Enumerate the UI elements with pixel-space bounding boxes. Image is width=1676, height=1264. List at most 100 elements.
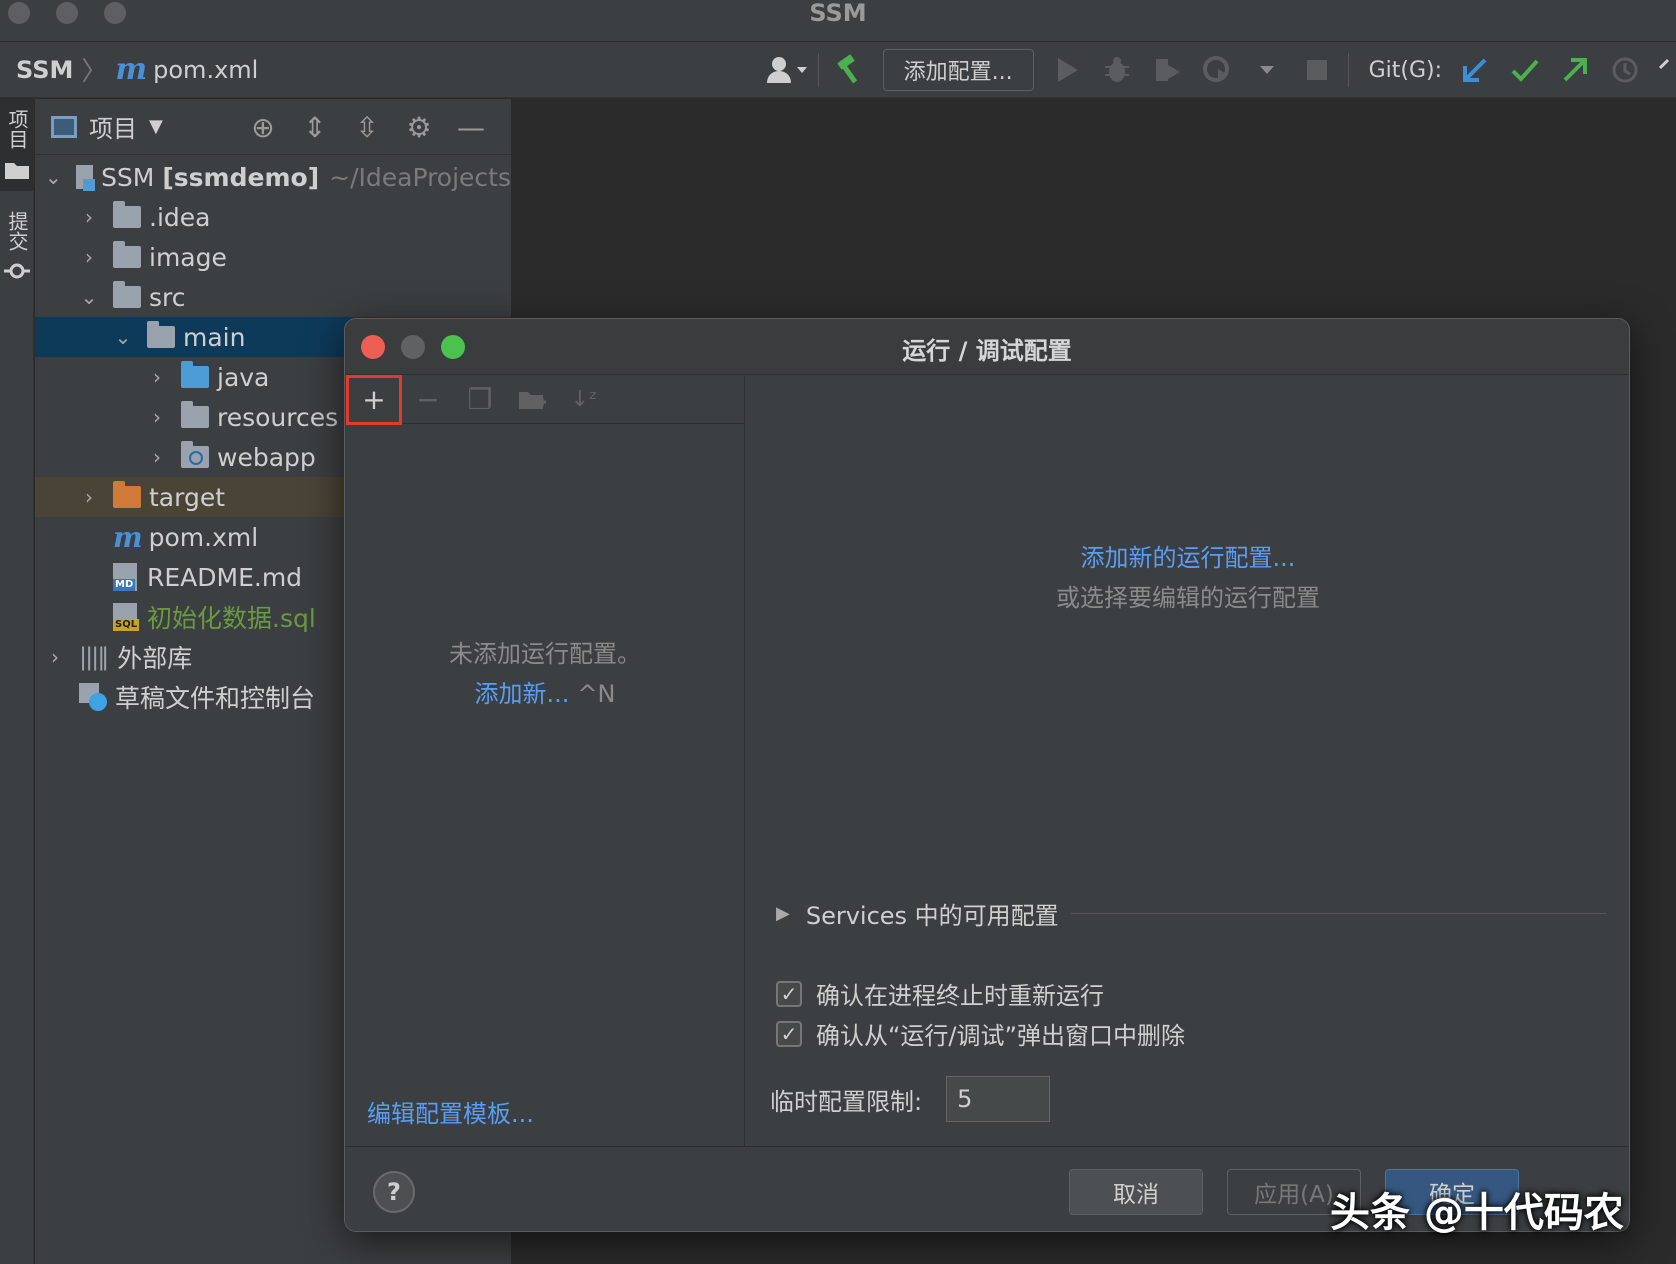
tree-node-label: src (149, 282, 186, 312)
tree-node-label: target (149, 482, 226, 512)
tree-node-label: 外部库 (117, 644, 193, 673)
tree-node-label: webapp (217, 442, 316, 472)
tree-node-path: ~/IdeaProjects (329, 162, 511, 192)
build-hammer-icon[interactable] (825, 42, 875, 98)
tree-node-label: resources (217, 402, 339, 432)
dialog-title: 运行 / 调试配置 (902, 337, 1072, 365)
add-new-run-configuration-link[interactable]: 添加新的运行配置... (746, 538, 1629, 573)
navbar-actions: 添加配置... Git(G): (762, 42, 1676, 98)
watermark: 头条 @十代码农 (1330, 1190, 1624, 1236)
stop-icon[interactable] (1292, 42, 1342, 98)
maven-icon: m (113, 520, 143, 554)
confirm-delete-label: 确认从“运行/调试”弹出窗口中删除 (816, 1022, 1185, 1050)
breadcrumb-project[interactable]: SSM (16, 56, 73, 84)
tree-node-root[interactable]: ⌄ SSM [ssmdemo] ~/IdeaProjects (35, 157, 511, 197)
breadcrumb-file[interactable]: pom.xml (153, 56, 258, 84)
folder-icon (147, 321, 175, 348)
git-push-arrow-icon[interactable] (1550, 42, 1600, 98)
add-configuration-button[interactable]: 添加配置... (882, 49, 1034, 91)
cancel-button[interactable]: 取消 (1069, 1169, 1203, 1215)
gear-icon[interactable]: ⚙ (393, 111, 445, 144)
coverage-icon[interactable] (1142, 42, 1192, 98)
user-dropdown-icon[interactable] (762, 42, 812, 98)
add-new-shortcut: ^N (577, 680, 616, 708)
scratch-console-icon (79, 683, 107, 711)
help-button[interactable]: ? (373, 1171, 415, 1213)
tree-node-label: java (217, 362, 270, 392)
toolbar-separator (1347, 53, 1349, 87)
tree-node-idea[interactable]: › .idea (35, 197, 511, 237)
tree-node-label: README.md (147, 562, 303, 592)
profiler-icon[interactable] (1192, 42, 1242, 98)
dialog-title-bar: 运行 / 调试配置 (345, 319, 1629, 375)
chevron-down-icon[interactable]: ⌄ (45, 165, 62, 189)
chevron-right-icon[interactable]: › (147, 365, 167, 389)
confirm-delete-checkbox[interactable]: ✓ (776, 1020, 802, 1047)
toolbar-separator (817, 53, 819, 87)
add-new-link[interactable]: 添加新... (475, 680, 570, 708)
edit-configuration-templates-link[interactable]: 编辑配置模板... (367, 1094, 534, 1129)
git-commit-check-icon[interactable] (1500, 42, 1550, 98)
tree-node-image[interactable]: › image (35, 237, 511, 277)
tree-node-label: 初始化数据.sql (147, 604, 316, 633)
chevron-right-icon[interactable]: › (79, 485, 99, 509)
confirm-rerun-label: 确认在进程终止时重新运行 (816, 982, 1104, 1010)
run-icon[interactable] (1042, 42, 1092, 98)
commit-tool-tab[interactable]: 提交 (0, 207, 34, 287)
temporary-limit-input[interactable] (946, 1076, 1051, 1122)
collapse-all-icon[interactable]: ⇳ (341, 111, 393, 144)
expand-all-icon[interactable]: ⇕ (289, 111, 341, 144)
sort-configurations-icon[interactable]: ↓ᶻ (558, 376, 610, 424)
select-configuration-hint: 或选择要编辑的运行配置 (1056, 584, 1320, 612)
project-view-selector[interactable]: 项目 (89, 109, 137, 144)
git-update-arrow-icon[interactable] (1450, 42, 1500, 98)
folder-icon (113, 241, 141, 268)
commit-tool-tab-label: 提交 (5, 211, 29, 251)
chevron-right-icon[interactable]: › (147, 445, 167, 469)
services-label: Services 中的可用配置 (805, 902, 1059, 930)
no-configurations-message: 未添加运行配置。 (449, 640, 641, 668)
remove-configuration-minus-icon[interactable]: − (402, 376, 454, 424)
window-title: SSM (809, 0, 867, 27)
project-view-icon (51, 115, 77, 138)
breadcrumb-separator: 〉 (81, 57, 108, 87)
git-label: Git(G): (1368, 57, 1442, 83)
chevron-down-icon[interactable]: ⌄ (113, 325, 133, 349)
debug-icon[interactable] (1092, 42, 1142, 98)
run-options-chevron-down-icon[interactable] (1242, 42, 1292, 98)
folder-icon (5, 163, 29, 179)
maven-icon: m (115, 52, 148, 87)
tree-node-src[interactable]: ⌄ src (35, 277, 511, 317)
git-rollback-icon[interactable] (1650, 42, 1676, 98)
folder-icon (113, 281, 141, 308)
hide-panel-icon[interactable]: — (445, 111, 497, 144)
tree-node-label: 草稿文件和控制台 (115, 684, 316, 713)
configurations-toolbar: + − ❐ ↓ᶻ (345, 374, 744, 425)
tree-node-label: image (149, 242, 227, 272)
chevron-right-icon[interactable]: › (79, 205, 99, 229)
web-folder-icon (181, 441, 209, 468)
library-icon: |||‖ (79, 643, 109, 671)
tree-node-label: pom.xml (148, 522, 259, 552)
chevron-right-icon[interactable]: › (79, 245, 99, 269)
run-debug-configurations-dialog: 运行 / 调试配置 + − ❐ ↓ᶻ 未添加运行配置。 添加新... ^N 编辑配… (344, 318, 1630, 1232)
copy-configuration-icon[interactable]: ❐ (454, 376, 506, 424)
chevron-right-icon[interactable]: › (147, 405, 167, 429)
new-folder-icon[interactable] (506, 376, 558, 424)
configuration-detail-pane: 添加新的运行配置... 或选择要编辑的运行配置 ▶ Services 中的可用配… (746, 376, 1629, 1146)
excluded-folder-icon (113, 481, 141, 508)
tree-node-label: .idea (149, 202, 211, 232)
chevron-right-icon[interactable]: › (45, 645, 65, 669)
tree-node-label: SSM (101, 162, 155, 192)
chevron-down-icon[interactable]: ⌄ (79, 285, 99, 309)
services-available-configurations[interactable]: ▶ Services 中的可用配置 (776, 896, 1606, 931)
locate-file-icon[interactable]: ⊕ (237, 111, 289, 144)
chevron-down-icon[interactable]: ▼ (149, 116, 163, 137)
confirm-rerun-checkbox[interactable]: ✓ (776, 980, 802, 1007)
add-configuration-plus-button[interactable]: + (346, 374, 402, 425)
project-tool-tab[interactable]: 项目 (0, 99, 34, 191)
git-history-clock-icon[interactable] (1600, 42, 1650, 98)
left-tool-strip: 项目 提交 (0, 99, 34, 1264)
navigation-bar: SSM 〉 m pom.xml 添加配置... Git(G): (0, 42, 1676, 98)
chevron-right-icon[interactable]: ▶ (776, 903, 790, 924)
